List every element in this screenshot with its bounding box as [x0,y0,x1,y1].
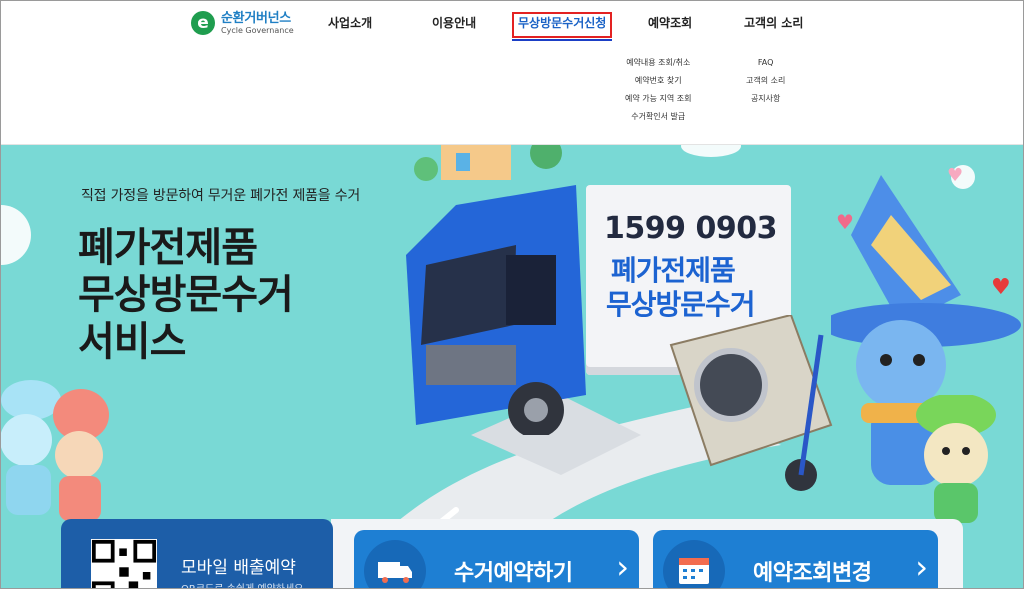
reservation-lookup-button[interactable]: 예약조회변경 › [653,530,938,588]
hero-title-line: 서비스 [78,319,186,365]
nav-reservation-lookup[interactable]: 예약조회 [648,12,692,34]
reservation-lookup-label: 예약조회변경 [753,561,872,586]
hero-subtitle: 직접 가정을 방문하여 무거운 폐가전 제품을 수거 [81,188,361,204]
hero-title-line: 폐가전제품 [78,225,258,271]
submenu-reservation: 예약내용 조회/취소 예약번호 찾기 예약 가능 지역 조회 수거확인서 발급 [625,56,692,123]
chevron-right-icon: › [915,548,928,586]
site-header: e 순환거버넌스 Cycle Governance 사업소개 이용안내 무상방문… [1,1,1023,145]
mobile-reservation-card[interactable]: 모바일 배출예약 QR코드로 손쉽게 예약하세요 [61,519,333,588]
heart-icon: ♥ [991,275,1011,300]
mobile-reservation-label: 모바일 배출예약 [181,558,296,578]
calendar-icon [663,540,725,588]
nav-free-pickup-request[interactable]: 무상방문수거신청 [512,12,613,41]
hero-title: 폐가전제품 무상방문수거 서비스 [78,225,294,366]
submenu-item-find-number[interactable]: 예약번호 찾기 [635,74,682,87]
nav-usage-guide[interactable]: 이용안내 [432,12,476,34]
heart-icon: ♥ [947,165,964,186]
main-nav: 사업소개 이용안내 무상방문수거신청 예약조회 고객의 소리 [1,12,1023,41]
washing-machine-illustration [669,315,833,491]
submenu-item-reservation-cancel[interactable]: 예약내용 조회/취소 [626,56,690,69]
qr-code-icon [91,539,157,588]
submenu-item-notice[interactable]: 공지사항 [751,92,780,105]
truck-icon [364,540,426,588]
nav-customer-voice[interactable]: 고객의 소리 [744,12,803,34]
left-mascots-illustration [1,380,109,521]
quick-menu: 모바일 배출예약 QR코드로 손쉽게 예약하세요 수거예약하기 › [61,519,963,588]
submenu-item-area-lookup[interactable]: 예약 가능 지역 조회 [625,92,692,105]
pickup-reservation-button[interactable]: 수거예약하기 › [354,530,639,588]
page-frame: e 순환거버넌스 Cycle Governance 사업소개 이용안내 무상방문… [0,0,1024,589]
green-mascot-illustration [916,395,996,523]
submenu-customer: FAQ 고객의 소리 공지사항 [746,56,785,105]
mobile-reservation-desc: QR코드로 손쉽게 예약하세요 [181,580,303,588]
pickup-reservation-label: 수거예약하기 [454,561,573,586]
truck-cab-illustration [406,185,586,435]
submenu-item-customer-voice[interactable]: 고객의 소리 [746,74,785,87]
submenu-item-faq[interactable]: FAQ [758,56,774,69]
hero-title-line: 무상방문수거 [78,272,294,318]
chevron-right-icon: › [616,548,629,586]
truck-phone-number: 1599 0903 [604,211,777,246]
nav-business-intro[interactable]: 사업소개 [328,12,372,34]
heart-icon: ♥ [836,210,854,234]
submenu-item-certificate[interactable]: 수거확인서 발급 [631,110,685,123]
